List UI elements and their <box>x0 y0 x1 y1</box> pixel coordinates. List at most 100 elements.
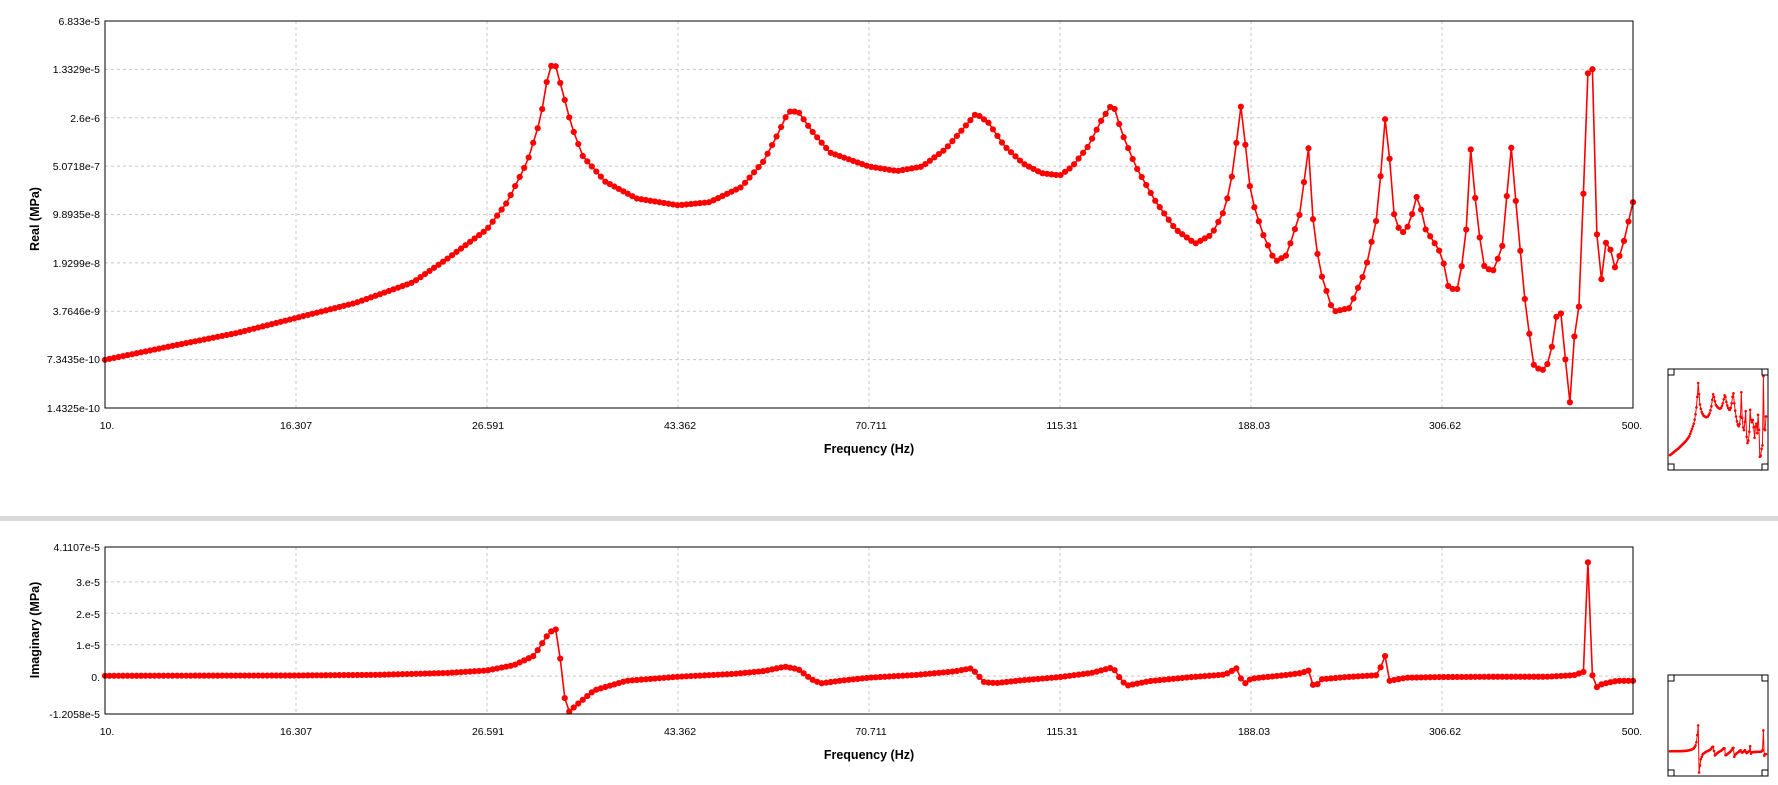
imaginary-y-tick-labels: 4.1107e-5 3.e-5 2.e-5 1.e-5 0. -1.2058e-… <box>49 542 100 721</box>
imaginary-y-tick-label: 0. <box>91 672 100 684</box>
data-point <box>1327 302 1335 309</box>
thumbnail-point <box>1693 418 1696 421</box>
thumbnail-point <box>1764 415 1768 418</box>
data-point <box>1237 675 1244 682</box>
data-point <box>1246 183 1253 190</box>
data-point <box>1548 343 1555 350</box>
real-y-tick-label: 1.4325e-10 <box>47 403 100 415</box>
data-point <box>1571 333 1578 340</box>
data-point <box>1566 399 1573 406</box>
data-point <box>958 127 965 134</box>
thumbnail-point <box>1730 402 1733 405</box>
thumbnail-point <box>1722 398 1726 401</box>
data-point <box>1490 267 1497 274</box>
data-point <box>1233 139 1240 146</box>
thumbnail-point <box>1695 406 1698 409</box>
imaginary-thumbnail-handle-top-left[interactable] <box>1667 674 1675 682</box>
data-point <box>584 158 591 165</box>
data-point <box>1111 105 1118 113</box>
data-point <box>773 133 780 140</box>
real-x-tick-label: 306.62 <box>1429 420 1461 432</box>
data-point <box>953 132 960 140</box>
real-thumbnail-handle-top-right[interactable] <box>1761 368 1769 376</box>
real-grid <box>105 21 1633 408</box>
imaginary-x-tick-label: 26.591 <box>472 726 504 738</box>
data-point <box>1111 667 1118 674</box>
data-point <box>1116 674 1123 681</box>
thumbnail-point <box>1720 404 1724 408</box>
data-point <box>1152 197 1159 204</box>
data-point <box>1228 173 1235 180</box>
data-point <box>1345 305 1353 312</box>
thumbnail-point <box>1712 749 1716 753</box>
data-point <box>940 147 947 154</box>
imaginary-thumbnail-handle-bottom-right[interactable] <box>1761 769 1769 777</box>
imaginary-x-axis-title: Frequency (Hz) <box>824 748 914 762</box>
thumbnail-point <box>1690 427 1694 431</box>
data-point <box>1620 237 1628 244</box>
data-point <box>597 173 604 180</box>
thumbnail-point <box>1699 407 1703 411</box>
imaginary-thumbnail-handle-top-right[interactable] <box>1761 674 1769 682</box>
real-thumbnail-handle-bottom-right[interactable] <box>1761 463 1769 471</box>
data-point <box>552 63 559 70</box>
data-point <box>1309 216 1317 223</box>
data-point <box>1557 310 1564 317</box>
thumbnail-point <box>1723 747 1726 750</box>
real-overview-thumbnail[interactable] <box>1667 368 1769 471</box>
thumbnail-point <box>1688 432 1692 436</box>
thumbnail-point <box>1689 430 1693 433</box>
thumbnail-point <box>1698 764 1702 767</box>
thumbnail-point <box>1709 409 1712 412</box>
imaginary-overview-thumbnail[interactable] <box>1667 674 1769 777</box>
thumbnail-point <box>1700 755 1704 759</box>
data-point <box>1418 206 1425 213</box>
thumbnail-point <box>1746 441 1749 445</box>
thumbnail-point <box>1708 412 1711 415</box>
data-point <box>1427 233 1434 240</box>
data-point <box>989 126 997 133</box>
thumbnail-point <box>1691 425 1695 428</box>
data-point <box>539 105 546 113</box>
real-x-tick-label: 115.31 <box>1046 420 1077 432</box>
data-point <box>1138 173 1145 181</box>
data-point <box>1381 116 1389 123</box>
data-point <box>1589 66 1596 73</box>
thumbnail-point <box>1753 436 1756 440</box>
panel-divider[interactable] <box>0 516 1778 521</box>
data-point <box>1354 284 1362 291</box>
data-point <box>561 694 568 702</box>
data-point <box>805 122 812 129</box>
data-point <box>1359 273 1366 281</box>
data-point <box>1580 668 1587 676</box>
imaginary-thumbnail-handle-bottom-left[interactable] <box>1667 769 1675 777</box>
data-point <box>1070 161 1078 168</box>
data-point <box>1219 210 1226 217</box>
data-point <box>1143 181 1150 189</box>
data-point <box>944 143 951 150</box>
real-y-tick-label: 2.6e-6 <box>70 113 100 125</box>
data-point <box>552 626 559 633</box>
data-point <box>1224 195 1231 202</box>
data-point <box>1372 672 1380 679</box>
data-point <box>521 164 528 172</box>
data-point <box>1381 653 1389 660</box>
data-point <box>1602 239 1610 246</box>
data-point <box>1210 227 1217 234</box>
data-point <box>1467 146 1474 153</box>
data-point <box>737 184 744 191</box>
thumbnail-point <box>1712 395 1716 399</box>
data-point <box>1215 218 1222 225</box>
thumbnail-point <box>1721 401 1725 405</box>
thumbnail-point <box>1697 392 1701 396</box>
real-thumbnail-handle-bottom-left[interactable] <box>1667 463 1675 471</box>
data-point <box>1075 155 1082 162</box>
thumbnail-point <box>1741 426 1745 429</box>
data-point <box>543 78 550 86</box>
imaginary-chart-panel: 4.1107e-5 3.e-5 2.e-5 1.e-5 0. -1.2058e-… <box>28 542 1642 762</box>
real-thumbnail-handle-top-left[interactable] <box>1667 368 1675 376</box>
thumbnail-point <box>1762 729 1765 732</box>
real-x-tick-label: 500. <box>1622 420 1642 432</box>
data-point <box>566 114 573 121</box>
thumbnail-point <box>1698 403 1702 406</box>
